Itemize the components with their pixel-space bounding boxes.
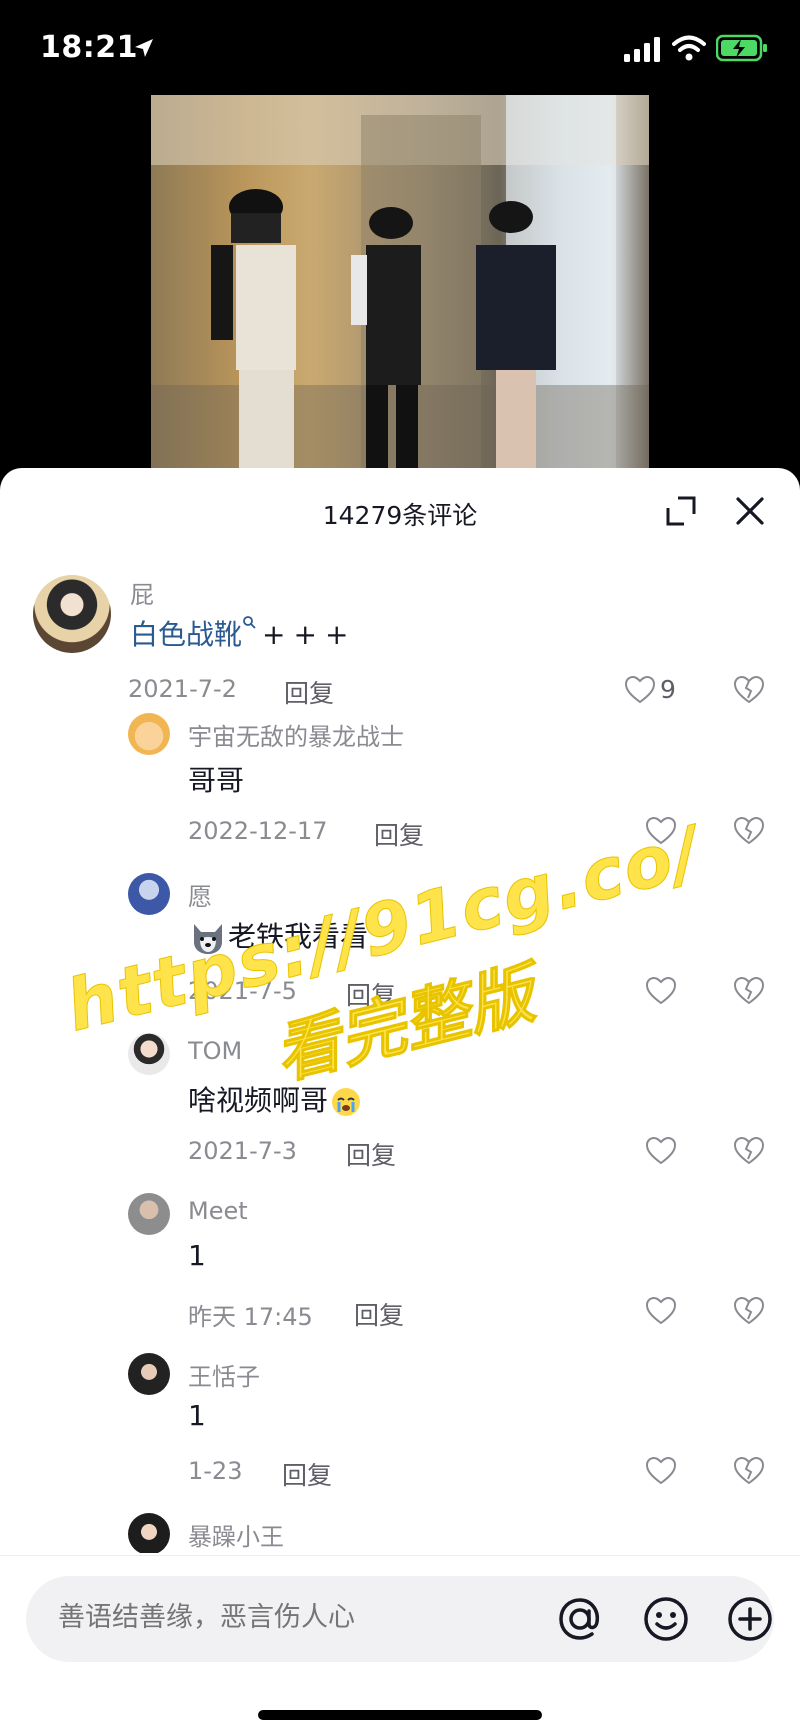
avatar[interactable] xyxy=(128,1033,170,1075)
reply-item: 宇宙无敌的暴龙战士 哥哥 2022-12-17 回复 xyxy=(0,703,800,863)
comment-text: 白色战靴 +++ xyxy=(130,613,356,653)
dislike-broken-heart-icon[interactable] xyxy=(733,976,765,1006)
avatar[interactable] xyxy=(128,1353,170,1395)
reply-button[interactable]: 回复 xyxy=(346,976,396,1012)
comment-date: 昨天 17:45 xyxy=(188,1303,313,1331)
location-arrow-icon xyxy=(135,39,153,57)
comment-author[interactable]: 愿 xyxy=(188,877,212,912)
comment-date: 2021-7-3 xyxy=(188,1137,297,1165)
like-heart-icon[interactable] xyxy=(624,675,656,705)
video-scene-image xyxy=(151,95,649,475)
wifi-icon xyxy=(672,35,706,61)
cellular-signal-icon xyxy=(624,37,660,62)
comment-author[interactable]: 王恬子 xyxy=(188,1357,260,1392)
avatar[interactable] xyxy=(128,713,170,755)
comment-panel: 14279条评论 屁 白色战靴 +++ 2021-7-2 回复 9 宇宙无敌的暴… xyxy=(0,468,800,1733)
avatar[interactable] xyxy=(128,873,170,915)
comment-text-suffix: +++ xyxy=(262,618,357,651)
video-frame[interactable] xyxy=(151,95,649,475)
close-icon[interactable] xyxy=(733,494,767,528)
comment-input-bar xyxy=(0,1555,800,1733)
reply-item: 暴躁小王 xyxy=(0,1503,800,1553)
comment-author[interactable]: 宇宙无敌的暴龙战士 xyxy=(188,717,404,752)
dislike-broken-heart-icon[interactable] xyxy=(733,1456,765,1486)
search-icon[interactable] xyxy=(242,615,256,629)
reply-item: 愿 老铁我看看 2021-7-5 回复 xyxy=(0,863,800,1023)
comment-author[interactable]: Meet xyxy=(188,1197,248,1225)
comment-text: 1 xyxy=(188,1399,206,1432)
reply-item: TOM 啥视频啊哥 2021-7-3 回复 xyxy=(0,1023,800,1183)
like-heart-icon[interactable] xyxy=(645,1296,677,1326)
comment-author[interactable]: TOM xyxy=(188,1037,242,1065)
avatar[interactable] xyxy=(128,1193,170,1235)
search-link[interactable]: 白色战靴 xyxy=(130,618,242,651)
mention-at-icon[interactable] xyxy=(554,1593,606,1645)
husky-emoji-icon xyxy=(194,924,222,954)
expand-icon[interactable] xyxy=(664,494,698,528)
comment-input-box[interactable] xyxy=(26,1576,774,1662)
like-heart-icon[interactable] xyxy=(645,1456,677,1486)
home-indicator[interactable] xyxy=(258,1710,542,1720)
reply-item: 王恬子 1 1-23 回复 xyxy=(0,1343,800,1503)
like-count: 9 xyxy=(660,675,676,704)
reply-item: Meet 1 昨天 17:45 回复 xyxy=(0,1183,800,1343)
comment-text-body: 老铁我看看 xyxy=(228,920,369,953)
video-player[interactable] xyxy=(0,95,800,475)
like-heart-icon[interactable] xyxy=(645,976,677,1006)
comment-date: 1-23 xyxy=(188,1457,243,1485)
comment-text: 老铁我看看 xyxy=(188,915,368,956)
comment-text: 啥视频啊哥 xyxy=(188,1079,362,1119)
comment-date: 2021-7-2 xyxy=(128,675,237,703)
avatar[interactable] xyxy=(128,1513,170,1553)
dislike-broken-heart-icon[interactable] xyxy=(733,675,765,705)
like-heart-icon[interactable] xyxy=(645,816,677,846)
comment-input[interactable] xyxy=(58,1602,478,1633)
comment-text: 哥哥 xyxy=(188,764,245,797)
reply-button[interactable]: 回复 xyxy=(346,1136,396,1172)
comment-date: 2022-12-17 xyxy=(188,817,328,845)
comment-list[interactable]: 屁 白色战靴 +++ 2021-7-2 回复 9 宇宙无敌的暴龙战士 哥哥 202… xyxy=(0,553,800,1553)
avatar[interactable] xyxy=(33,575,111,653)
comment-author[interactable]: 暴躁小王 xyxy=(188,1517,284,1552)
add-plus-icon[interactable] xyxy=(724,1593,776,1645)
crying-emoji-icon xyxy=(332,1088,361,1116)
comment-author[interactable]: 屁 xyxy=(130,575,154,610)
reply-button[interactable]: 回复 xyxy=(282,1456,332,1492)
comment-text-body: 啥视频啊哥 xyxy=(188,1084,329,1117)
battery-charging-icon xyxy=(716,34,767,62)
status-bar: 18:21 xyxy=(0,0,800,95)
dislike-broken-heart-icon[interactable] xyxy=(733,816,765,846)
status-time: 18:21 xyxy=(40,30,138,65)
comment-date: 2021-7-5 xyxy=(188,977,297,1005)
like-heart-icon[interactable] xyxy=(645,1136,677,1166)
reply-button[interactable]: 回复 xyxy=(374,816,424,852)
comment-item: 屁 白色战靴 +++ 2021-7-2 回复 9 xyxy=(0,553,800,708)
dislike-broken-heart-icon[interactable] xyxy=(733,1136,765,1166)
comment-text: 1 xyxy=(188,1239,206,1272)
emoji-icon[interactable] xyxy=(640,1593,692,1645)
dislike-broken-heart-icon[interactable] xyxy=(733,1296,765,1326)
reply-button[interactable]: 回复 xyxy=(354,1296,404,1332)
